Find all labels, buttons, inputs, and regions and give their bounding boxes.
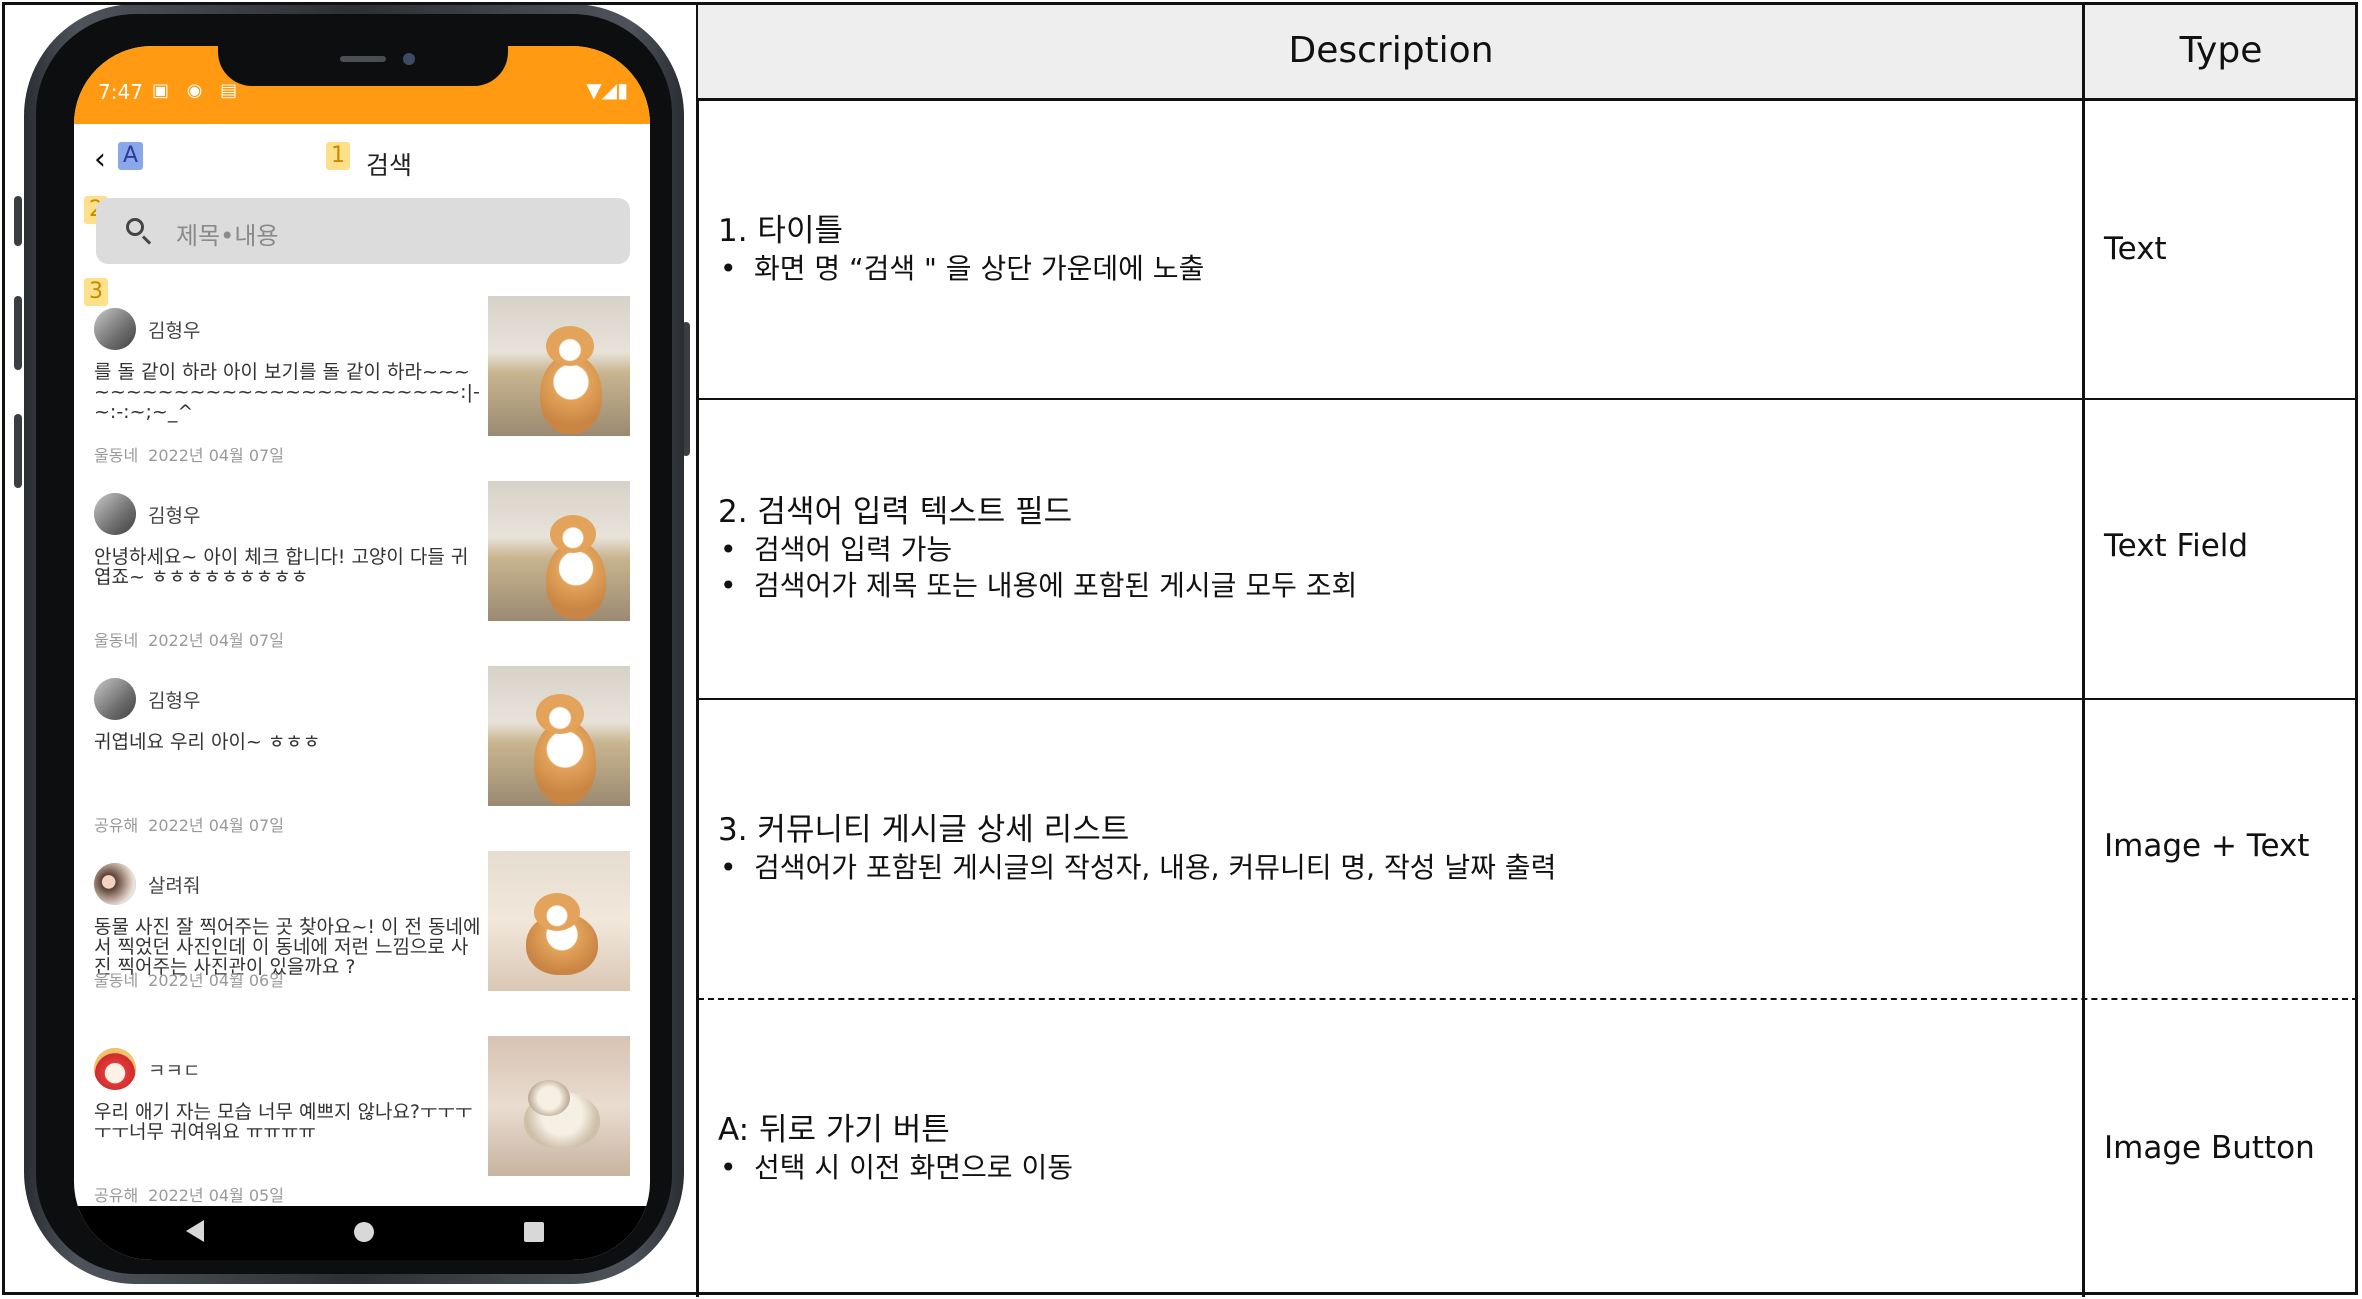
notch <box>218 46 508 86</box>
speaker <box>340 56 386 62</box>
outer-border <box>2 2 2358 1295</box>
front-camera <box>403 53 415 65</box>
annotation-tag-3: 3 <box>84 278 108 306</box>
